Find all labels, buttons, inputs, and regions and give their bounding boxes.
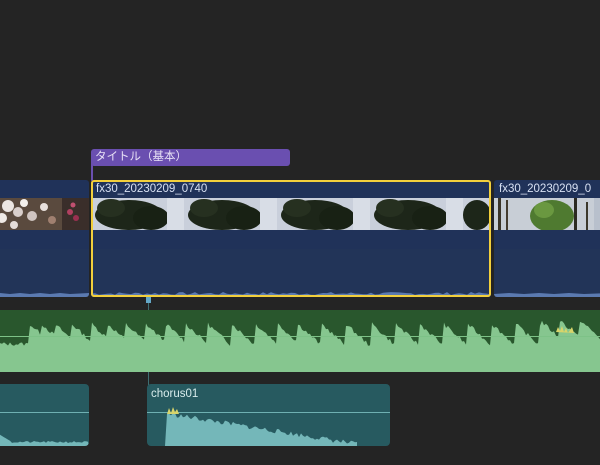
thumbnail-blossom (0, 198, 89, 230)
audio-waveform (91, 292, 491, 297)
thumbnail-tree (463, 198, 491, 230)
clip-audio (0, 249, 89, 297)
music-volume-line[interactable] (0, 336, 600, 337)
sfx-clip-chorus01[interactable]: chorus01 (147, 384, 390, 446)
filmstrip (0, 198, 89, 230)
music-clip[interactable] (0, 310, 600, 372)
thumbnail-tree (370, 198, 463, 230)
filmstrip (494, 198, 600, 230)
sfx-clip-name: chorus01 (151, 388, 199, 400)
filmstrip (91, 198, 491, 230)
thumbnail-tree (277, 198, 370, 230)
video-clip-previous[interactable] (0, 180, 89, 297)
clip-name: fx30_20230209_0740 (96, 183, 208, 195)
sfx-clip-left[interactable] (0, 384, 89, 446)
title-clip[interactable]: タイトル（基本） (91, 149, 290, 166)
clip-audio (494, 249, 600, 297)
video-clip-next[interactable]: fx30_20230209_0 (494, 180, 600, 297)
thumbnail-forest (494, 198, 600, 230)
sfx-waveform (0, 434, 89, 446)
music-waveform (0, 320, 600, 372)
video-clip-selected[interactable]: fx30_20230209_0740 (91, 180, 491, 297)
thumbnail-tree (91, 198, 184, 230)
sfx-peak-waveform (167, 407, 179, 414)
clip-audio (91, 249, 491, 297)
thumbnail-tree (184, 198, 277, 230)
timeline[interactable]: タイトル（基本） fx30_20230209_0740 fx30_2023020… (0, 0, 600, 465)
sfx-waveform (147, 413, 357, 446)
clip-name: fx30_20230209_0 (499, 183, 592, 195)
